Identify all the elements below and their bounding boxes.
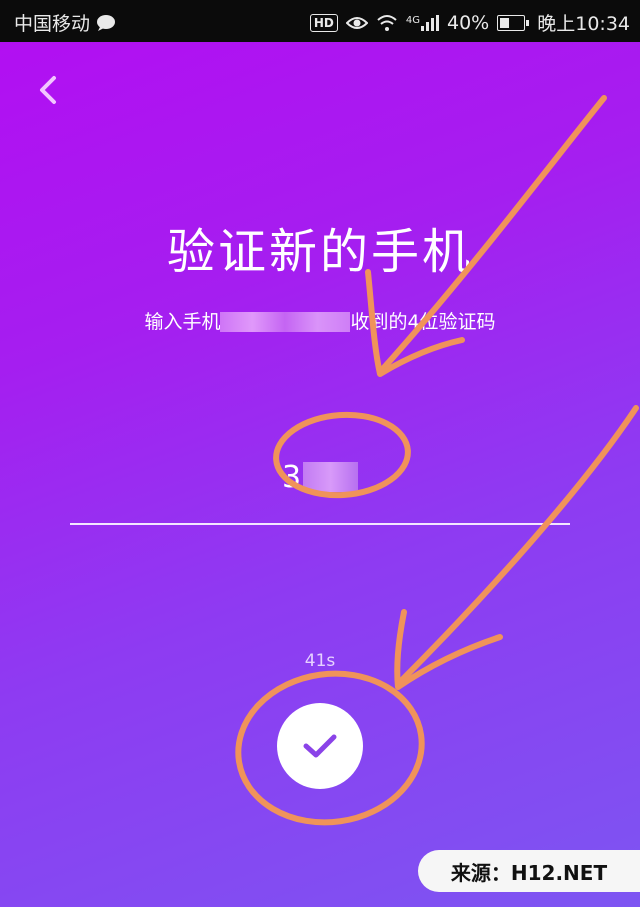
source-watermark: 来源：H12.NET [418, 850, 640, 892]
battery-percent: 40% [447, 11, 490, 34]
status-bar: 中国移动 HD 4G 40% 晚上10:34 [0, 0, 640, 42]
redacted-code [303, 462, 359, 492]
page-subtitle: 输入手机 收到的4位验证码 [0, 307, 640, 334]
subtitle-prefix: 输入手机 [144, 311, 221, 333]
message-bubble-icon [97, 14, 116, 31]
resend-countdown: 41s [304, 651, 336, 671]
hd-badge: HD [309, 13, 338, 32]
battery-fill [500, 17, 510, 28]
verification-code-input[interactable]: 3 [70, 447, 570, 507]
chevron-left-icon [40, 76, 56, 104]
carrier-label: 中国移动 [14, 13, 91, 35]
verify-phone-screen: 验证新的手机 输入手机 收到的4位验证码 3 41s 来源：H12.NET [0, 42, 640, 907]
network-type: 4G [405, 14, 420, 26]
battery-icon [497, 14, 530, 31]
annotation-arrowhead-bottom [394, 609, 503, 690]
code-input-underline [70, 523, 570, 525]
eye-icon [345, 16, 368, 29]
check-icon [303, 734, 337, 758]
signal-icon [421, 14, 439, 31]
code-visible-digit: 3 [281, 459, 302, 495]
redacted-phone-number [220, 312, 351, 332]
wifi-icon [377, 14, 397, 31]
page-title: 验证新的手机 [166, 224, 473, 280]
clock: 晚上10:34 [537, 13, 630, 35]
confirm-button[interactable] [277, 703, 363, 789]
subtitle-suffix: 收到的4位验证码 [350, 311, 496, 333]
back-button[interactable] [30, 70, 70, 110]
